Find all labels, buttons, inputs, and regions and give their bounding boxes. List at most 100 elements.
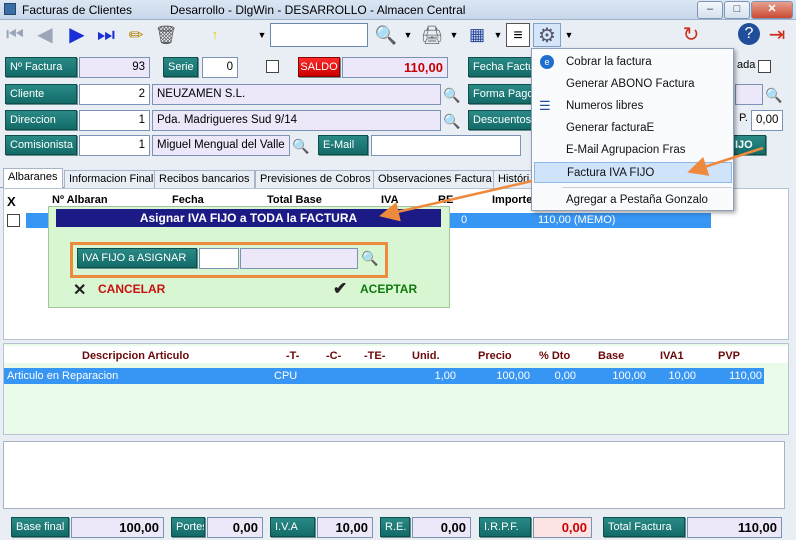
find-dropdown-icon[interactable]: ▼ <box>402 23 414 47</box>
menu-numeros-libres[interactable]: ☰ Numeros libres <box>534 96 732 117</box>
tab-informacion-final[interactable]: Informacion Final <box>64 170 159 188</box>
total-factura-label: Total Factura <box>603 517 685 537</box>
menu-item-label: Agregar a Pestaña Gonzalo <box>566 194 708 206</box>
close-window-button[interactable]: ✕ <box>751 1 793 19</box>
fecha-label: Fecha Factur <box>468 57 534 77</box>
iva-fijo-dialog: Asignar IVA FIJO a TODA la FACTURA IVA F… <box>48 206 450 308</box>
tab-recibos-bancarios[interactable]: Recibos bancarios <box>154 170 255 188</box>
title-bar: Facturas de Clientes Desarrollo - DlgWin… <box>0 0 796 20</box>
re-value: 0,00 <box>412 517 471 538</box>
col-te: -TE- <box>364 350 386 362</box>
last-record-icon[interactable]: ⏭ <box>93 23 119 47</box>
select-all-x[interactable]: X <box>7 194 16 209</box>
col-re: RE <box>438 194 454 206</box>
menu-generar-facturae[interactable]: Generar facturaE <box>534 118 732 139</box>
menu-item-label: Numeros libres <box>566 100 644 112</box>
toolbar: ⏮ ◀ ▶ ⏭ ✏ 🗑 ↑ ▼ 🔍 ▼ 🖨 ▼ ▦ ▼ ≡ ⚙ ▼ ↻ ? ⇥ <box>0 20 796 50</box>
edit-pencil-icon[interactable]: ✏ <box>125 23 147 47</box>
formapago-field[interactable] <box>735 84 763 105</box>
col-iva: IVA <box>381 194 399 206</box>
comisionista-label: Comisionista <box>5 135 77 155</box>
re-label: R.E. <box>380 517 410 537</box>
next-record-icon[interactable]: ▶ <box>64 23 90 47</box>
tab-observaciones[interactable]: Observaciones Factura <box>373 170 497 188</box>
formapago-search-icon[interactable]: 🔍 <box>765 86 783 104</box>
line-row[interactable]: Articulo en Reparacion CPU 1,00 100,00 0… <box>4 368 764 384</box>
email-field[interactable] <box>371 135 521 156</box>
maximize-button[interactable]: □ <box>724 1 750 19</box>
window-title: Facturas de Clientes <box>22 3 133 17</box>
col-descripcion: Descripcion Articulo <box>82 350 190 362</box>
cliente-search-icon[interactable]: 🔍 <box>443 86 461 104</box>
menu-agregar-pestana[interactable]: Agregar a Pestaña Gonzalo <box>534 190 732 211</box>
albaran-importe-value: 110,00 (MEMO) <box>538 214 616 226</box>
iva-fijo-code-field[interactable] <box>199 248 239 269</box>
right-checkbox[interactable] <box>758 60 771 73</box>
up-arrow-icon[interactable]: ↑ <box>208 23 222 47</box>
tab-previsiones-cobros[interactable]: Previsiones de Cobros <box>255 170 376 188</box>
previous-record-icon[interactable]: ◀ <box>32 23 58 47</box>
direccion-label: Direccion <box>5 110 77 130</box>
direccion-search-icon[interactable]: 🔍 <box>443 112 461 130</box>
tab-historico[interactable]: Históri <box>493 170 535 188</box>
grid-dropdown-icon[interactable]: ▼ <box>492 23 504 47</box>
help-icon[interactable]: ? <box>738 23 760 45</box>
find-person-icon[interactable]: 🔍 <box>372 23 400 47</box>
first-record-icon[interactable]: ⏮ <box>2 23 28 47</box>
portes-label: Portes <box>171 517 205 537</box>
cliente-name-field[interactable]: NEUZAMEN S.L. <box>152 84 441 105</box>
descuentos-label: Descuentos <box>468 110 534 130</box>
nfactura-field[interactable]: 93 <box>79 57 150 78</box>
iva-fijo-search-icon[interactable]: 🔍 <box>361 249 379 267</box>
comisionista-search-icon[interactable]: 🔍 <box>292 137 310 155</box>
serie-field[interactable]: 0 <box>202 57 238 78</box>
cliente-code-field[interactable]: 2 <box>79 84 150 105</box>
base-final-value: 100,00 <box>71 517 164 538</box>
printer-icon[interactable]: 🖨 <box>418 23 446 47</box>
menu-separator <box>562 187 732 188</box>
tab-bar: Albaranes Informacion Final Recibos banc… <box>0 168 535 189</box>
print-dropdown-icon[interactable]: ▼ <box>448 23 460 47</box>
tab-albaranes[interactable]: Albaranes <box>3 168 63 189</box>
refresh-icon[interactable]: ↻ <box>678 23 704 47</box>
grid-view-icon[interactable]: ▦ <box>464 23 490 47</box>
menu-factura-iva-fijo[interactable]: Factura IVA FIJO <box>534 162 732 183</box>
serie-checkbox[interactable] <box>266 60 279 73</box>
menu-item-label: Generar ABONO Factura <box>566 78 695 90</box>
search-dropdown-icon[interactable]: ▼ <box>256 23 268 47</box>
exit-icon[interactable]: ⇥ <box>764 23 790 47</box>
lines-header-row: Descripcion Articulo -T- -C- -TE- Unid. … <box>4 346 788 363</box>
gear-dropdown-icon[interactable]: ▼ <box>563 23 575 47</box>
comisionista-name-field[interactable]: Miguel Mengual del Valle <box>152 135 290 156</box>
cliente-label: Cliente <box>5 84 77 104</box>
direccion-field[interactable]: Pda. Madrigueres Sud 9/14 <box>152 110 441 131</box>
toolbar-search-input[interactable] <box>270 23 368 47</box>
lines-grid: Descripcion Articulo -T- -C- -TE- Unid. … <box>3 343 789 435</box>
descuento-field[interactable]: 0,00 <box>751 110 783 131</box>
gear-dropdown-menu: e Cobrar la factura Generar ABONO Factur… <box>531 48 734 211</box>
gear-menu-icon[interactable]: ⚙ <box>533 23 561 47</box>
formapago-label: Forma Pago <box>468 84 534 104</box>
irpf-value: 0,00 <box>533 517 592 538</box>
numbers-list-icon: ☰ <box>539 98 551 113</box>
menu-item-label: Factura IVA FIJO <box>567 167 655 179</box>
total-factura-value: 110,00 <box>687 517 782 538</box>
menu-email-agrupacion[interactable]: E-Mail Agrupacion Fras <box>534 140 732 161</box>
minimize-button[interactable]: – <box>697 1 723 19</box>
comisionista-code-field[interactable]: 1 <box>79 135 150 156</box>
notes-area[interactable] <box>3 441 785 509</box>
app-icon <box>4 3 16 15</box>
cancel-x-icon: ✕ <box>73 282 87 299</box>
calculator-icon[interactable]: ≡ <box>506 23 530 47</box>
col-base: Base <box>598 350 625 362</box>
col-precio: Precio <box>478 350 512 362</box>
line-dto: 0,00 <box>554 370 576 382</box>
menu-cobrar-factura[interactable]: e Cobrar la factura <box>534 52 732 73</box>
direccion-code-field[interactable]: 1 <box>79 110 150 131</box>
globe-icon: e <box>540 55 554 69</box>
iva-fijo-desc-field[interactable] <box>240 248 358 269</box>
accept-label: ACEPTAR <box>360 282 418 296</box>
trash-icon[interactable]: 🗑 <box>154 23 178 47</box>
albaran-row-checkbox[interactable] <box>7 214 20 227</box>
menu-generar-abono[interactable]: Generar ABONO Factura <box>534 74 732 95</box>
